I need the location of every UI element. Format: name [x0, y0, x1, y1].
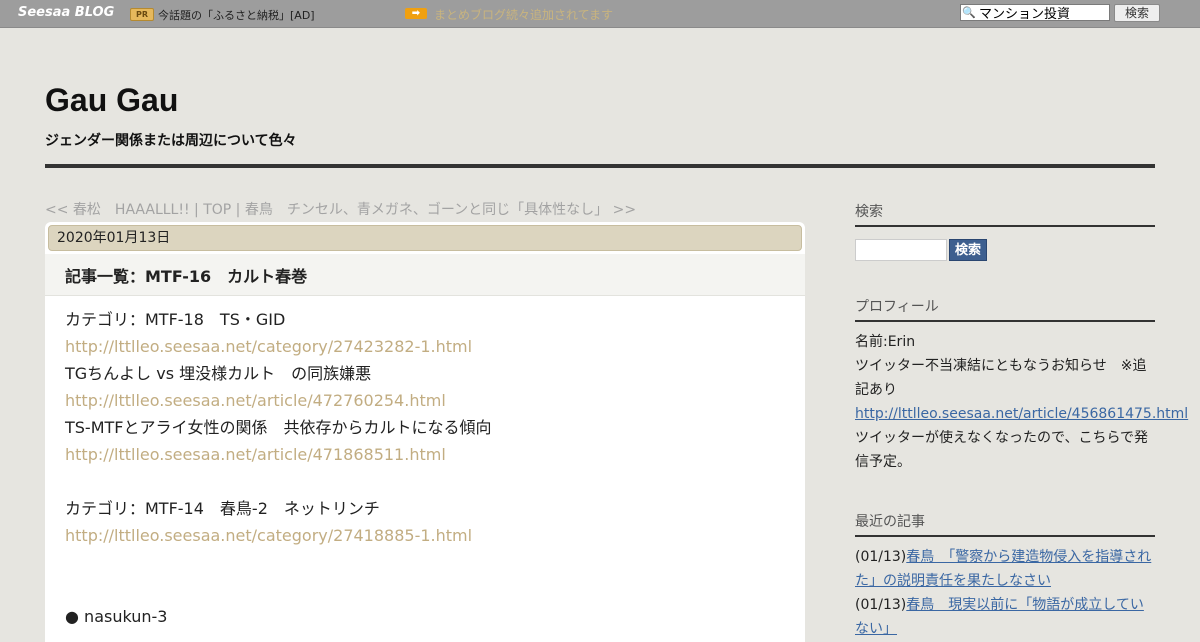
pager-separator: |	[231, 202, 245, 218]
sidebar-heading: プロフィール	[855, 296, 1155, 322]
recent-date: (01/13)	[855, 549, 907, 565]
site-title[interactable]: Gau Gau	[45, 82, 178, 119]
recent-date: (01/13)	[855, 597, 907, 613]
sidebar-search-button[interactable]: 検索	[949, 239, 988, 261]
profile-after: ツイッターが使えなくなったので、こちらで発信予定。	[855, 430, 1149, 470]
sidebar-heading: 最近の記事	[855, 511, 1155, 537]
sidebar-recent: 最近の記事 (01/13)春鳥 「警察から建造物侵入を指導された」の説明責任を果…	[855, 511, 1155, 641]
article-url-link[interactable]: http://lttlleo.seesaa.net/category/27418…	[65, 522, 785, 549]
recent-list: (01/13)春鳥 「警察から建造物侵入を指導された」の説明責任を果たしなさい …	[855, 545, 1155, 641]
top-search-input[interactable]	[977, 5, 1109, 20]
matome-blog-link[interactable]: まとめブログ続々追加されてます	[434, 6, 613, 23]
article-text-line: カテゴリ：MTF-18 TS・GID	[65, 310, 286, 329]
article-pager: << 春松 HAAALLL!! | TOP | 春鳥 チンセル、青メガネ、ゴーン…	[45, 199, 636, 219]
top-link[interactable]: TOP	[203, 202, 231, 218]
sidebar-search: 検索 検索	[855, 201, 1155, 261]
article-body: カテゴリ：MTF-18 TS・GID http://lttlleo.seesaa.…	[65, 306, 785, 630]
article-text-line: カテゴリ：MTF-14 春鳥-2 ネットリンチ	[65, 499, 380, 518]
pager-separator: |	[189, 202, 204, 218]
article-text-line: TS-MTFとアライ女性の関係 共依存からカルトになる傾向	[65, 418, 492, 437]
pr-ad-link[interactable]: 今話題の「ふるさと納税」[AD]	[158, 7, 315, 23]
top-search-box: 🔍	[960, 4, 1110, 21]
article-url-link[interactable]: http://lttlleo.seesaa.net/article/471868…	[65, 441, 785, 468]
sidebar-heading: 検索	[855, 201, 1155, 227]
profile-link[interactable]: http://lttlleo.seesaa.net/article/456861…	[855, 402, 1188, 426]
seesaa-blog-logo[interactable]: Seesaa BLOG	[18, 5, 114, 20]
site-description: ジェンダー関係または周辺について色々	[45, 133, 297, 149]
top-search-button[interactable]: 検索	[1114, 4, 1160, 22]
sidebar-search-input[interactable]	[855, 239, 947, 261]
prev-article-link[interactable]: << 春松 HAAALLL!!	[45, 202, 190, 218]
article-date: 2020年01月13日	[48, 225, 802, 251]
article: 2020年01月13日 記事一覧：MTF-16 カルト春巻 カテゴリ：MTF-1…	[45, 222, 805, 642]
article-url-link[interactable]: http://lttlleo.seesaa.net/article/472760…	[65, 387, 785, 414]
header-divider	[45, 164, 1155, 168]
list-item: (01/13)春鳥 現実以前に「物語が成立していない」	[855, 593, 1155, 641]
pr-badge: PR	[130, 8, 154, 21]
article-title[interactable]: 記事一覧：MTF-16 カルト春巻	[65, 263, 307, 287]
next-article-link[interactable]: 春鳥 チンセル、青メガネ、ゴーンと同じ「具体性なし」 >>	[245, 202, 636, 218]
profile-name: 名前:Erin	[855, 334, 916, 350]
profile-notice: ツイッター不当凍結にともなうお知らせ ※追記あり	[855, 358, 1147, 398]
article-url-link[interactable]: http://lttlleo.seesaa.net/category/27423…	[65, 333, 785, 360]
sidebar-profile: プロフィール 名前:Erin ツイッター不当凍結にともなうお知らせ ※追記あり …	[855, 296, 1188, 474]
arrow-right-icon: ➡	[405, 8, 427, 19]
list-item: (01/13)春鳥 「警察から建造物侵入を指導された」の説明責任を果たしなさい	[855, 545, 1155, 593]
top-bar: Seesaa BLOG PR 今話題の「ふるさと納税」[AD] ➡ まとめブログ…	[0, 0, 1200, 28]
article-text-line: TGちんよし vs 埋没様カルト の同族嫌悪	[65, 364, 372, 383]
article-text-line: ● nasukun-3	[65, 607, 168, 626]
search-icon: 🔍	[962, 6, 976, 19]
